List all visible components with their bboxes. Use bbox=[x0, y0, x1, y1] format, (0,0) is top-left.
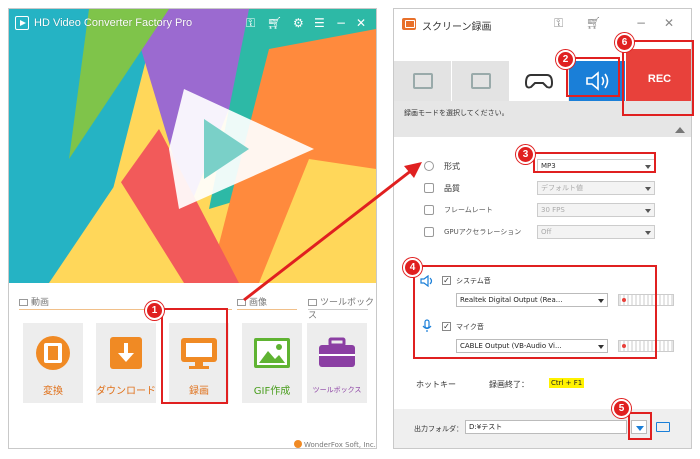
video-section-icon bbox=[19, 299, 28, 306]
framerate-select[interactable]: 30 FPS bbox=[537, 203, 655, 217]
toolbox-icon bbox=[319, 337, 355, 367]
tile-download-label: ダウンロード bbox=[96, 386, 156, 397]
chevron-down-icon bbox=[645, 187, 651, 191]
framerate-label: フレームレート bbox=[444, 206, 493, 214]
open-folder-icon[interactable] bbox=[656, 422, 670, 432]
tile-convert-label: 変換 bbox=[43, 386, 63, 397]
gpu-select-value: Off bbox=[541, 228, 552, 236]
section-video-text: 動画 bbox=[31, 298, 50, 308]
quality-select-value: デフォルト値 bbox=[541, 184, 583, 192]
highlight-screen-record-tile bbox=[161, 308, 228, 404]
chevron-down-icon bbox=[645, 231, 651, 235]
hotkey-label: ホットキー bbox=[416, 380, 456, 389]
app-title: HD Video Converter Factory Pro bbox=[34, 17, 193, 29]
highlight-output-dropdown bbox=[628, 412, 652, 440]
image-section-icon bbox=[237, 299, 246, 306]
format-label: 形式 bbox=[444, 162, 460, 171]
tile-gif-maker-label: GIF作成 bbox=[253, 386, 291, 397]
app-logo-icon bbox=[15, 16, 29, 30]
hotkey-keys: Ctrl + F1 bbox=[549, 378, 585, 388]
minimize-icon[interactable]: − bbox=[636, 16, 646, 30]
step-badge-5: 5 bbox=[612, 399, 631, 418]
key-icon[interactable]: ⚿ bbox=[554, 16, 563, 31]
quality-label: 品質 bbox=[444, 184, 460, 193]
section-image-rule bbox=[237, 309, 297, 310]
film-convert-icon bbox=[36, 336, 70, 370]
tile-convert[interactable]: 変換 bbox=[23, 323, 83, 403]
left-title-bar: HD Video Converter Factory Pro ⚿ 🛒︎ ⚙ ☰ … bbox=[9, 9, 376, 39]
quality-select[interactable]: デフォルト値 bbox=[537, 181, 655, 195]
region-select-icon bbox=[413, 73, 433, 89]
section-image-text: 画像 bbox=[249, 298, 268, 308]
fullscreen-icon bbox=[471, 73, 491, 89]
quality-icon bbox=[424, 183, 434, 193]
chevron-down-icon bbox=[645, 209, 651, 213]
highlight-rec-button bbox=[622, 40, 694, 116]
step-badge-1: 1 bbox=[145, 301, 164, 320]
section-image-label: 画像 bbox=[237, 295, 267, 308]
gpu-icon bbox=[424, 227, 434, 237]
format-gear-icon bbox=[424, 161, 434, 171]
mode-hint-text: 録画モードを選択してください。 bbox=[404, 109, 509, 117]
gpu-select[interactable]: Off bbox=[537, 225, 655, 239]
settings-icon[interactable]: ⚙ bbox=[293, 15, 304, 31]
hotkey-end-label: 録画終了： bbox=[489, 380, 529, 389]
tile-gif-maker[interactable]: GIF作成 bbox=[242, 323, 302, 403]
collapse-arrow-icon[interactable] bbox=[675, 127, 685, 133]
cart-icon[interactable]: 🛒︎ bbox=[267, 15, 282, 31]
image-gif-icon bbox=[254, 338, 290, 368]
highlight-format-select bbox=[533, 152, 656, 173]
framerate-icon bbox=[424, 205, 434, 215]
tile-download[interactable]: ダウンロード bbox=[96, 323, 156, 403]
minimize-icon[interactable]: − bbox=[336, 15, 346, 31]
section-toolbox-rule bbox=[308, 309, 368, 310]
mode-custom-region-button[interactable] bbox=[394, 61, 452, 101]
mode-fullscreen-button[interactable] bbox=[452, 61, 510, 101]
gpu-label: GPUアクセラレーション bbox=[444, 228, 522, 236]
framerate-select-value: 30 FPS bbox=[541, 206, 565, 214]
composite-screenshot: HD Video Converter Factory Pro ⚿ 🛒︎ ⚙ ☰ … bbox=[0, 0, 700, 459]
toolbox-section-icon bbox=[308, 299, 317, 306]
step-badge-3: 3 bbox=[516, 145, 535, 164]
close-icon[interactable]: ✕ bbox=[664, 16, 674, 30]
footer-brand-text: WonderFox Soft, Inc. bbox=[304, 441, 376, 449]
tile-toolbox-label: ツールボックス bbox=[312, 386, 362, 394]
step-badge-4: 4 bbox=[403, 258, 422, 277]
footer-brand: WonderFox Soft, Inc. bbox=[294, 440, 376, 449]
recorder-title: スクリーン録画 bbox=[422, 22, 492, 33]
step-badge-2: 2 bbox=[556, 50, 575, 69]
step-badge-6: 6 bbox=[615, 33, 634, 52]
close-icon[interactable]: ✕ bbox=[356, 15, 366, 31]
output-folder-input[interactable]: D:¥テスト bbox=[465, 420, 627, 434]
output-folder-label: 出力フォルダ： bbox=[414, 425, 463, 433]
key-icon[interactable]: ⚿ bbox=[246, 15, 255, 31]
recorder-logo-icon bbox=[402, 18, 416, 30]
tile-toolbox[interactable]: ツールボックス bbox=[307, 323, 367, 403]
brand-logo-icon bbox=[294, 440, 302, 448]
section-toolbox-label: ツールボックス bbox=[308, 295, 376, 321]
menu-icon[interactable]: ☰ bbox=[314, 15, 325, 31]
download-icon bbox=[110, 337, 142, 369]
cart-icon[interactable]: 🛒︎ bbox=[586, 16, 601, 30]
section-video-label: 動画 bbox=[19, 295, 49, 308]
hero-banner bbox=[9, 9, 376, 283]
gamepad-icon bbox=[525, 74, 553, 89]
highlight-audio-sources bbox=[413, 265, 657, 359]
